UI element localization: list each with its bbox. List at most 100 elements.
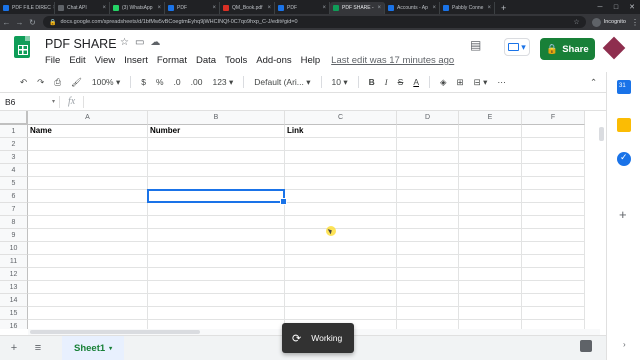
cell-C11[interactable] [285, 255, 397, 268]
cell-E10[interactable] [459, 242, 522, 255]
menu-format[interactable]: Format [157, 55, 187, 66]
cell-E4[interactable] [459, 164, 522, 177]
add-sheet-icon[interactable]: + [4, 342, 24, 354]
cell-C10[interactable] [285, 242, 397, 255]
cell-D6[interactable] [397, 190, 459, 203]
row-header[interactable]: 5 [0, 177, 28, 190]
cell-E7[interactable] [459, 203, 522, 216]
cell-D10[interactable] [397, 242, 459, 255]
cell-D2[interactable] [397, 138, 459, 151]
row-header[interactable]: 4 [0, 164, 28, 177]
browser-tab[interactable]: PDF FILE DIREC× [0, 2, 55, 14]
menu-edit[interactable]: Edit [69, 55, 85, 66]
cell-B2[interactable] [148, 138, 285, 151]
bookmark-star-icon[interactable]: ☆ [573, 18, 579, 26]
forward-icon[interactable]: → [13, 18, 26, 27]
cell-F5[interactable] [522, 177, 585, 190]
cell-F13[interactable] [522, 281, 585, 294]
cell-A6[interactable] [28, 190, 148, 203]
close-tab-icon[interactable]: × [375, 5, 381, 11]
keep-icon[interactable] [617, 118, 631, 132]
close-tab-icon[interactable]: × [265, 5, 271, 11]
reload-icon[interactable]: ↻ [26, 18, 39, 27]
row-header[interactable]: 7 [0, 203, 28, 216]
cell-B12[interactable] [148, 268, 285, 281]
cell-F1[interactable] [522, 125, 585, 138]
cell-A4[interactable] [28, 164, 148, 177]
cell-F8[interactable] [522, 216, 585, 229]
browser-tab[interactable]: PDF SHARE - × [330, 2, 385, 14]
name-box[interactable]: B6 ▾ [0, 95, 60, 108]
menu-addons[interactable]: Add-ons [256, 55, 291, 66]
borders-icon[interactable]: ⊞ [457, 77, 464, 88]
cell-E15[interactable] [459, 307, 522, 320]
hide-panel-icon[interactable]: › [623, 340, 637, 354]
row-header[interactable]: 14 [0, 294, 28, 307]
cell-E2[interactable] [459, 138, 522, 151]
account-avatar[interactable] [602, 36, 626, 60]
cell-A2[interactable] [28, 138, 148, 151]
cell-B14[interactable] [148, 294, 285, 307]
percent-format-button[interactable]: % [156, 77, 164, 87]
row-header[interactable]: 12 [0, 268, 28, 281]
cell-F9[interactable] [522, 229, 585, 242]
cell-F15[interactable] [522, 307, 585, 320]
cell-D4[interactable] [397, 164, 459, 177]
browser-tab[interactable]: PDF × [275, 2, 330, 14]
all-sheets-icon[interactable]: ≡ [28, 342, 48, 354]
cell-A5[interactable] [28, 177, 148, 190]
row-header[interactable]: 16 [0, 320, 28, 329]
sheets-logo-icon[interactable] [14, 36, 30, 58]
cell-C3[interactable] [285, 151, 397, 164]
cell-A14[interactable] [28, 294, 148, 307]
present-button[interactable]: ▾ [504, 38, 530, 56]
browser-menu-icon[interactable]: ⋮ [630, 18, 640, 27]
explore-icon[interactable] [580, 340, 592, 352]
menu-insert[interactable]: Insert [124, 55, 148, 66]
comment-history-icon[interactable]: ▤ [470, 38, 481, 52]
new-tab-button[interactable]: + [495, 2, 512, 14]
cell-F3[interactable] [522, 151, 585, 164]
close-tab-icon[interactable]: × [485, 5, 491, 11]
menu-view[interactable]: View [95, 55, 115, 66]
redo-icon[interactable]: ↷ [37, 77, 44, 88]
browser-tab[interactable]: Accounts - Ap × [385, 2, 440, 14]
collapse-toolbar-icon[interactable]: ⌃ [590, 77, 597, 88]
cell-C8[interactable] [285, 216, 397, 229]
row-header[interactable]: 15 [0, 307, 28, 320]
chevron-down-icon[interactable]: ▾ [109, 345, 112, 352]
document-title[interactable]: PDF SHARE [45, 37, 117, 51]
cell-C9[interactable] [285, 229, 397, 242]
more-formats-button[interactable]: 123 ▾ [212, 77, 233, 88]
increase-decimal-button[interactable]: .00 [191, 77, 203, 87]
spreadsheet-grid[interactable]: A B C D E F 1 Name Number Link 2 3 4 5 6 7 8 9 10 11 12 13 14 1… [0, 111, 600, 329]
cell-A16[interactable] [28, 320, 148, 329]
cell-B9[interactable] [148, 229, 285, 242]
row-header[interactable]: 9 [0, 229, 28, 242]
cell-E6[interactable] [459, 190, 522, 203]
column-header[interactable]: B [148, 111, 285, 125]
cell-F11[interactable] [522, 255, 585, 268]
browser-tab[interactable]: Pabbly Conne × [440, 2, 495, 14]
fill-color-icon[interactable]: ◈ [440, 77, 447, 88]
decrease-decimal-button[interactable]: .0 [174, 77, 181, 87]
cell-C12[interactable] [285, 268, 397, 281]
cell-A1[interactable]: Name [28, 125, 148, 138]
row-header[interactable]: 6 [0, 190, 28, 203]
row-header[interactable]: 10 [0, 242, 28, 255]
currency-format-button[interactable]: $ [141, 77, 146, 87]
font-select[interactable]: Default (Ari... ▾ [254, 77, 310, 88]
column-header[interactable]: C [285, 111, 397, 125]
cell-D1[interactable] [397, 125, 459, 138]
cell-F4[interactable] [522, 164, 585, 177]
italic-button[interactable]: I [385, 77, 388, 87]
cell-E5[interactable] [459, 177, 522, 190]
cell-D9[interactable] [397, 229, 459, 242]
cell-F10[interactable] [522, 242, 585, 255]
cell-D11[interactable] [397, 255, 459, 268]
cell-D16[interactable] [397, 320, 459, 329]
text-color-button[interactable]: A [413, 77, 419, 87]
cell-B15[interactable] [148, 307, 285, 320]
cell-F12[interactable] [522, 268, 585, 281]
cloud-status-icon[interactable]: ☁ [150, 37, 160, 48]
